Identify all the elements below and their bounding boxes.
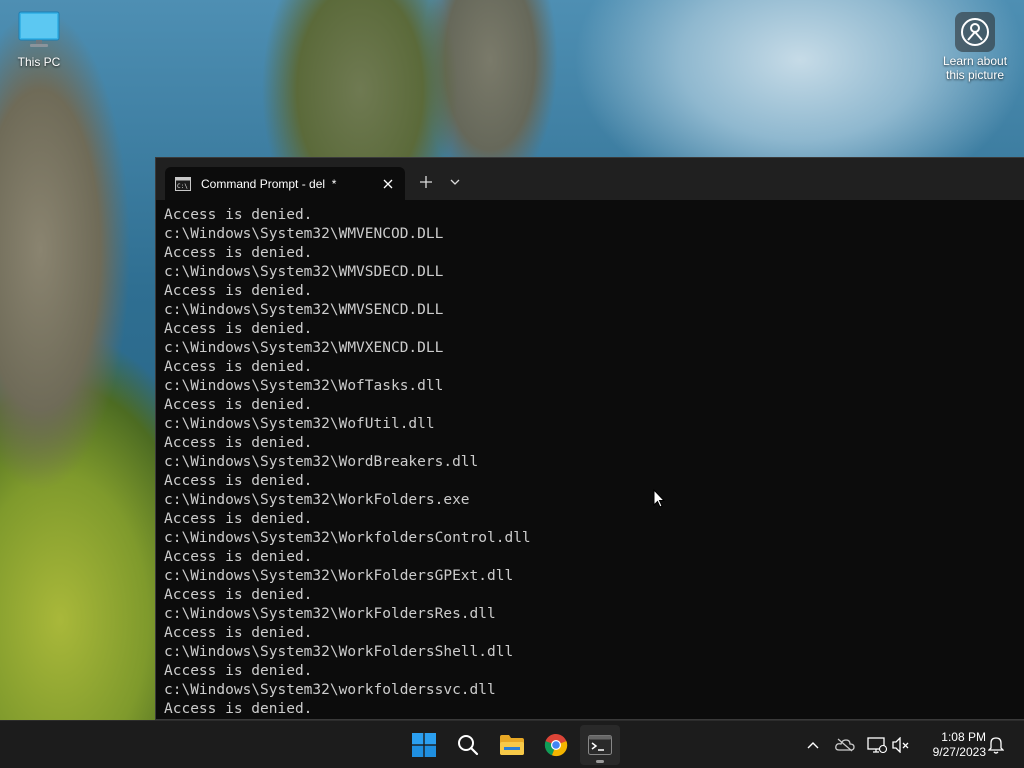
running-indicator bbox=[596, 760, 604, 763]
svg-text:C:\: C:\ bbox=[177, 183, 188, 190]
notification-bell-icon bbox=[988, 737, 1004, 754]
start-button[interactable] bbox=[404, 725, 444, 765]
console-line: Access is denied. bbox=[164, 473, 313, 489]
network-icon bbox=[867, 737, 887, 753]
taskbar: 1:08 PM 9/27/2023 bbox=[0, 720, 1024, 768]
console-line: c:\Windows\System32\WMVXENCD.DLL bbox=[164, 340, 444, 356]
console-line: Access is denied. bbox=[164, 701, 313, 717]
console-line: Access is denied. bbox=[164, 397, 313, 413]
console-line: Access is denied. bbox=[164, 359, 313, 375]
cmd-icon: C:\ bbox=[175, 176, 191, 191]
onedrive-button[interactable] bbox=[833, 733, 857, 757]
search-button[interactable] bbox=[448, 725, 488, 765]
chevron-up-icon bbox=[807, 742, 819, 749]
volume-muted-icon bbox=[892, 737, 909, 753]
tab-command-prompt[interactable]: C:\ Command Prompt - del * bbox=[165, 167, 405, 200]
console-line: c:\Windows\System32\WMVENCOD.DLL bbox=[164, 226, 444, 242]
console-line: Access is denied. bbox=[164, 511, 313, 527]
console-line: Access is denied. bbox=[164, 321, 313, 337]
chrome-button[interactable] bbox=[536, 725, 576, 765]
volume-button[interactable] bbox=[889, 733, 913, 757]
chrome-icon bbox=[544, 733, 568, 757]
spotlight-icon bbox=[955, 12, 995, 52]
new-tab-button[interactable] bbox=[411, 168, 441, 196]
clock-time: 1:08 PM bbox=[941, 730, 986, 744]
show-hidden-icons-button[interactable] bbox=[801, 733, 825, 757]
console-line: c:\Windows\System32\WorkFoldersRes.dll bbox=[164, 606, 496, 622]
console-line: Access is denied. bbox=[164, 435, 313, 451]
tab-dropdown-button[interactable] bbox=[440, 168, 470, 196]
console-line: Access is denied. bbox=[164, 663, 313, 679]
desktop-icon-learn-about-picture[interactable]: Learn about this picture bbox=[937, 12, 1013, 82]
console-line: c:\Windows\System32\WMVSDECD.DLL bbox=[164, 264, 444, 280]
terminal-icon bbox=[588, 735, 612, 755]
console-line: c:\Windows\System32\WorkfoldersControl.d… bbox=[164, 530, 531, 546]
mouse-cursor-icon bbox=[653, 489, 665, 508]
terminal-taskbar-button[interactable] bbox=[580, 725, 620, 765]
console-line: c:\Windows\System32\WofTasks.dll bbox=[164, 378, 444, 394]
tab-title: Command Prompt - del * bbox=[201, 176, 337, 191]
console-line: Access is denied. bbox=[164, 207, 313, 223]
file-explorer-button[interactable] bbox=[492, 725, 532, 765]
terminal-titlebar[interactable]: C:\ Command Prompt - del * bbox=[156, 158, 1024, 200]
desktop-icon-label: Learn about this picture bbox=[942, 54, 1008, 82]
search-icon bbox=[458, 735, 479, 756]
close-icon[interactable] bbox=[375, 171, 401, 197]
network-button[interactable] bbox=[865, 733, 889, 757]
desktop-icon-label: This PC bbox=[17, 55, 61, 69]
console-line: c:\Windows\System32\WofUtil.dll bbox=[164, 416, 435, 432]
console-line: c:\Windows\System32\WorkFoldersGPExt.dll bbox=[164, 568, 514, 584]
onedrive-icon bbox=[835, 738, 855, 752]
console-line: Access is denied. bbox=[164, 549, 313, 565]
folder-icon bbox=[500, 735, 524, 755]
system-clock[interactable]: 1:08 PM 9/27/2023 bbox=[920, 730, 986, 760]
plus-icon bbox=[420, 176, 432, 188]
console-line: c:\Windows\System32\WorkFolders.exe bbox=[164, 492, 470, 508]
clock-date: 9/27/2023 bbox=[932, 745, 986, 759]
monitor-icon bbox=[18, 11, 60, 47]
console-output[interactable]: Access is denied. c:\Windows\System32\WMV… bbox=[164, 206, 1024, 719]
desktop-icon-this-pc[interactable]: This PC bbox=[3, 10, 75, 69]
windows-logo-icon bbox=[412, 733, 436, 757]
console-line: c:\Windows\System32\workfolderssvc.dll bbox=[164, 682, 496, 698]
console-line: Access is denied. bbox=[164, 587, 313, 603]
console-line: Access is denied. bbox=[164, 625, 313, 641]
console-line: c:\Windows\System32\WorkFoldersShell.dll bbox=[164, 644, 514, 660]
terminal-window[interactable]: C:\ Command Prompt - del * Access is den… bbox=[155, 157, 1024, 720]
console-line: Access is denied. bbox=[164, 283, 313, 299]
notifications-button[interactable] bbox=[984, 733, 1008, 757]
console-line: Access is denied. bbox=[164, 245, 313, 261]
chevron-down-icon bbox=[450, 179, 460, 185]
console-line: c:\Windows\System32\WordBreakers.dll bbox=[164, 454, 479, 470]
console-line: c:\Windows\System32\WMVSENCD.DLL bbox=[164, 302, 444, 318]
